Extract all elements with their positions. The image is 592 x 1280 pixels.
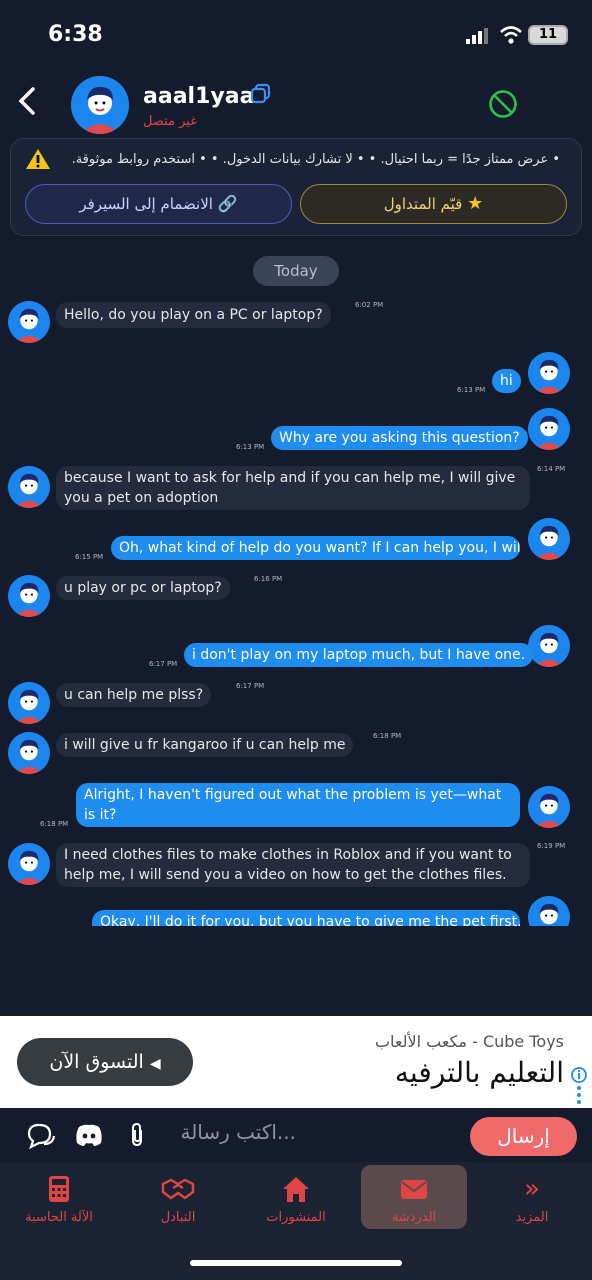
home-icon	[283, 1177, 309, 1202]
contact-avatar[interactable]	[71, 76, 129, 134]
chat-messages[interactable]: Hello, do you play on a PC or laptop? 6:…	[0, 290, 592, 926]
status-time: 6:38	[48, 22, 103, 47]
message-timestamp: 6:02 PM	[355, 301, 384, 309]
message-timestamp: 6:17 PM	[236, 682, 265, 690]
sender-avatar[interactable]	[8, 575, 50, 617]
rate-trader-label: قيّم المتداول	[383, 195, 463, 213]
message-bubble-outgoing[interactable]: Okay, I'll do it for you, but you have t…	[92, 910, 520, 926]
contact-username: aaal1yaa	[143, 84, 255, 109]
copy-icon[interactable]	[250, 83, 272, 105]
message-timestamp: 6:13 PM	[236, 443, 265, 451]
shop-now-button[interactable]: التسوق الآن ◀	[17, 1038, 193, 1086]
double-chevron-icon: »	[524, 1174, 540, 1204]
link-icon: 🔗	[217, 194, 238, 213]
send-button[interactable]: إرسال	[470, 1117, 577, 1156]
handshake-icon	[161, 1178, 195, 1200]
join-server-button[interactable]: الانضمام إلى السيرفر 🔗	[25, 184, 292, 224]
shop-now-label: التسوق الآن	[49, 1051, 144, 1073]
nav-item-exchange[interactable]: التبادل	[125, 1174, 231, 1225]
message-timestamp: 6:17 PM	[149, 660, 178, 668]
avatar-icon	[528, 352, 570, 394]
self-avatar[interactable]	[528, 408, 570, 450]
avatar-icon	[528, 786, 570, 828]
message-bubble-incoming[interactable]: i will give u fr kangaroo if u can help …	[56, 733, 354, 757]
signal-icon	[466, 28, 488, 44]
safety-warning-text: • عرض ممتاز جدًا = ربما احتيال. • • لا ت…	[71, 152, 560, 167]
sender-avatar[interactable]	[8, 466, 50, 508]
online-status: غير متصل	[143, 114, 198, 129]
self-avatar[interactable]	[528, 625, 570, 667]
self-avatar[interactable]	[528, 896, 570, 926]
message-timestamp: 6:18 PM	[40, 820, 69, 828]
message-timestamp: 6:16 PM	[254, 575, 283, 583]
nav-item-more[interactable]: » المزيد	[479, 1174, 585, 1225]
self-avatar[interactable]	[528, 786, 570, 828]
avatar-icon	[71, 76, 129, 134]
message-timestamp: 6:18 PM	[373, 732, 402, 740]
nav-item-label: المزيد	[515, 1210, 549, 1225]
message-bubble-incoming[interactable]: u can help me plss?	[56, 683, 212, 707]
avatar-icon	[8, 843, 50, 885]
message-bubble-incoming[interactable]: Hello, do you play on a PC or laptop?	[56, 302, 331, 328]
avatar-icon	[8, 466, 50, 508]
avatar-icon	[8, 301, 50, 343]
home-indicator[interactable]	[190, 1260, 402, 1266]
message-timestamp: 6:15 PM	[75, 553, 104, 561]
nav-item-label: الآلة الحاسبة	[25, 1210, 93, 1225]
date-separator: Today	[253, 256, 339, 286]
avatar-icon	[528, 518, 570, 560]
battery-indicator: 11	[528, 25, 568, 45]
message-timestamp: 6:14 PM	[537, 465, 566, 473]
ad-title: مكعب الألعاب - Cube Toys	[374, 1032, 564, 1051]
nav-item-label: التبادل	[160, 1210, 196, 1225]
attachment-icon[interactable]	[128, 1122, 146, 1148]
nav-item-posts[interactable]: المنشورات	[243, 1174, 349, 1225]
message-bubble-outgoing[interactable]: Oh, what kind of help do you want? If I …	[111, 536, 520, 560]
message-timestamp: 6:13 PM	[457, 386, 486, 394]
nav-item-label: المنشورات	[266, 1210, 326, 1225]
message-bubble-incoming[interactable]: u play or pc or laptop?	[56, 576, 230, 600]
discord-icon[interactable]	[75, 1122, 103, 1148]
block-icon[interactable]	[488, 89, 518, 119]
avatar-icon	[528, 896, 570, 926]
nav-item-calculator[interactable]: الآلة الحاسبة	[6, 1174, 112, 1225]
self-avatar[interactable]	[528, 352, 570, 394]
avatar-icon	[528, 408, 570, 450]
join-server-label: الانضمام إلى السيرفر	[79, 195, 213, 213]
play-left-icon: ◀	[149, 1056, 161, 1072]
message-bubble-incoming[interactable]: because I want to ask for help and if yo…	[56, 466, 530, 510]
message-input[interactable]: اكتب رسالة...	[166, 1120, 296, 1144]
sender-avatar[interactable]	[8, 732, 50, 774]
avatar-icon	[8, 682, 50, 724]
sender-avatar[interactable]	[8, 682, 50, 724]
nav-item-chat[interactable]: الدردشة	[361, 1174, 467, 1225]
rate-trader-button[interactable]: قيّم المتداول ★	[300, 184, 567, 224]
calculator-icon	[49, 1176, 69, 1202]
avatar-icon	[8, 732, 50, 774]
chat-bubbles-icon[interactable]	[26, 1122, 56, 1150]
warning-icon	[26, 149, 50, 169]
self-avatar[interactable]	[528, 518, 570, 560]
message-bubble-outgoing[interactable]: hi	[492, 369, 521, 393]
message-bubble-incoming[interactable]: I need clothes files to make clothes in …	[56, 843, 530, 887]
message-bubble-outgoing[interactable]: i don't play on my laptop much, but I ha…	[184, 643, 534, 667]
ad-headline: التعليم بالترفيه	[394, 1056, 564, 1089]
wifi-icon	[500, 26, 522, 44]
message-bubble-outgoing[interactable]: Alright, I haven't figured out what the …	[76, 783, 520, 827]
sender-avatar[interactable]	[8, 843, 50, 885]
message-timestamp: 6:19 PM	[537, 842, 566, 850]
star-icon: ★	[467, 193, 484, 214]
nav-item-label: الدردشة	[391, 1210, 437, 1225]
back-icon[interactable]	[16, 86, 38, 116]
ad-info-icon[interactable]	[570, 1066, 588, 1106]
message-bubble-outgoing[interactable]: Why are you asking this question?	[271, 426, 528, 450]
envelope-icon	[401, 1180, 427, 1199]
avatar-icon	[8, 575, 50, 617]
sender-avatar[interactable]	[8, 301, 50, 343]
avatar-icon	[528, 625, 570, 667]
